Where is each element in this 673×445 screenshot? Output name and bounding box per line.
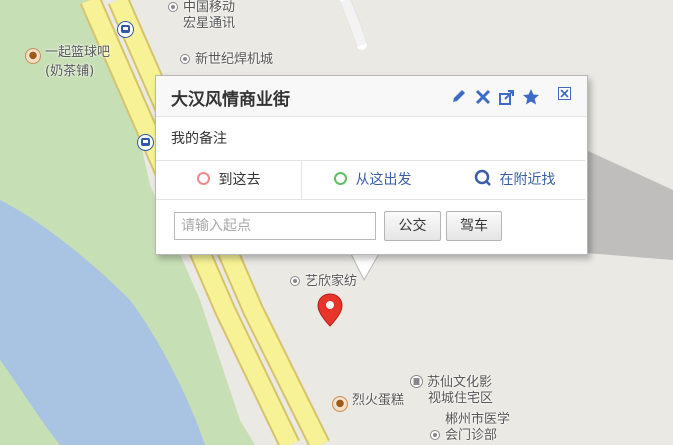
poi-label: 苏仙文化影 <box>427 375 493 390</box>
close-icon[interactable] <box>558 86 572 100</box>
tab-label: 到这去 <box>218 172 261 188</box>
poi-label: 烈火蛋糕 <box>352 393 405 408</box>
poi-chenzhou[interactable]: 郴州市医学 会门诊部 <box>430 412 510 444</box>
food-icon: ● <box>25 48 41 64</box>
building-icon <box>410 375 423 388</box>
poi-dot-icon <box>180 54 190 64</box>
delete-icon[interactable] <box>474 88 492 106</box>
poi-basketball[interactable]: ● 一起篮球吧 (奶茶铺) <box>25 45 110 80</box>
drive-route-button[interactable]: 驾车 <box>446 211 502 241</box>
poi-suxian[interactable]: 苏仙文化影 视城住宅区 <box>410 375 493 407</box>
green-circle-icon <box>333 172 347 185</box>
route-tabs: 到这去 从这出发 在附近找 <box>156 160 585 200</box>
poi-dot-icon <box>430 430 440 440</box>
share-icon[interactable] <box>498 88 516 106</box>
tab-search-nearby[interactable]: 在附近找 <box>444 161 585 199</box>
poi-label: 宏星通讯 <box>183 16 236 31</box>
tab-label: 从这出发 <box>355 172 412 188</box>
bus-stop-icon[interactable] <box>117 21 134 38</box>
location-pin-icon[interactable] <box>317 293 343 327</box>
poi-label: 中国移动 <box>183 0 236 15</box>
place-title: 大汉风情商业街 <box>171 90 290 110</box>
info-window-header: 大汉风情商业街 <box>156 76 587 117</box>
bus-route-button[interactable]: 公交 <box>384 211 441 241</box>
info-window: 大汉风情商业街 我的备注 到这去 从这出发 在附近找 请输入起点 公交 驾车 <box>155 75 588 255</box>
poi-label: 视城住宅区 <box>428 391 494 406</box>
poi-zhongguoyidong[interactable]: 中国移动 宏星通讯 <box>168 0 235 32</box>
tab-go-here[interactable]: 到这去 <box>156 161 302 199</box>
note-text[interactable]: 我的备注 <box>171 128 227 148</box>
popup-pointer <box>349 252 380 282</box>
poi-xinshiji[interactable]: 新世纪焊机城 <box>180 52 273 68</box>
poi-label: 郴州市医学 <box>445 412 511 427</box>
red-circle-icon <box>196 172 210 185</box>
edit-icon[interactable] <box>450 88 468 106</box>
poi-dot-icon <box>168 2 178 12</box>
search-icon <box>474 169 491 186</box>
tab-label: 在附近找 <box>499 172 556 188</box>
favorite-icon[interactable] <box>522 88 540 106</box>
poi-label: 会门诊部 <box>445 428 498 443</box>
poi-label: 一起篮球吧 <box>45 45 111 60</box>
bus-stop-icon[interactable] <box>137 134 154 151</box>
poi-dot-icon <box>290 276 300 286</box>
poi-label: (奶茶铺) <box>45 64 95 79</box>
food-icon: ● <box>332 396 348 412</box>
poi-label: 新世纪焊机城 <box>195 52 274 67</box>
tab-depart-from-here[interactable]: 从这出发 <box>302 161 443 199</box>
start-point-input[interactable] <box>174 212 376 240</box>
poi-liehuo[interactable]: ● 烈火蛋糕 <box>332 393 404 412</box>
